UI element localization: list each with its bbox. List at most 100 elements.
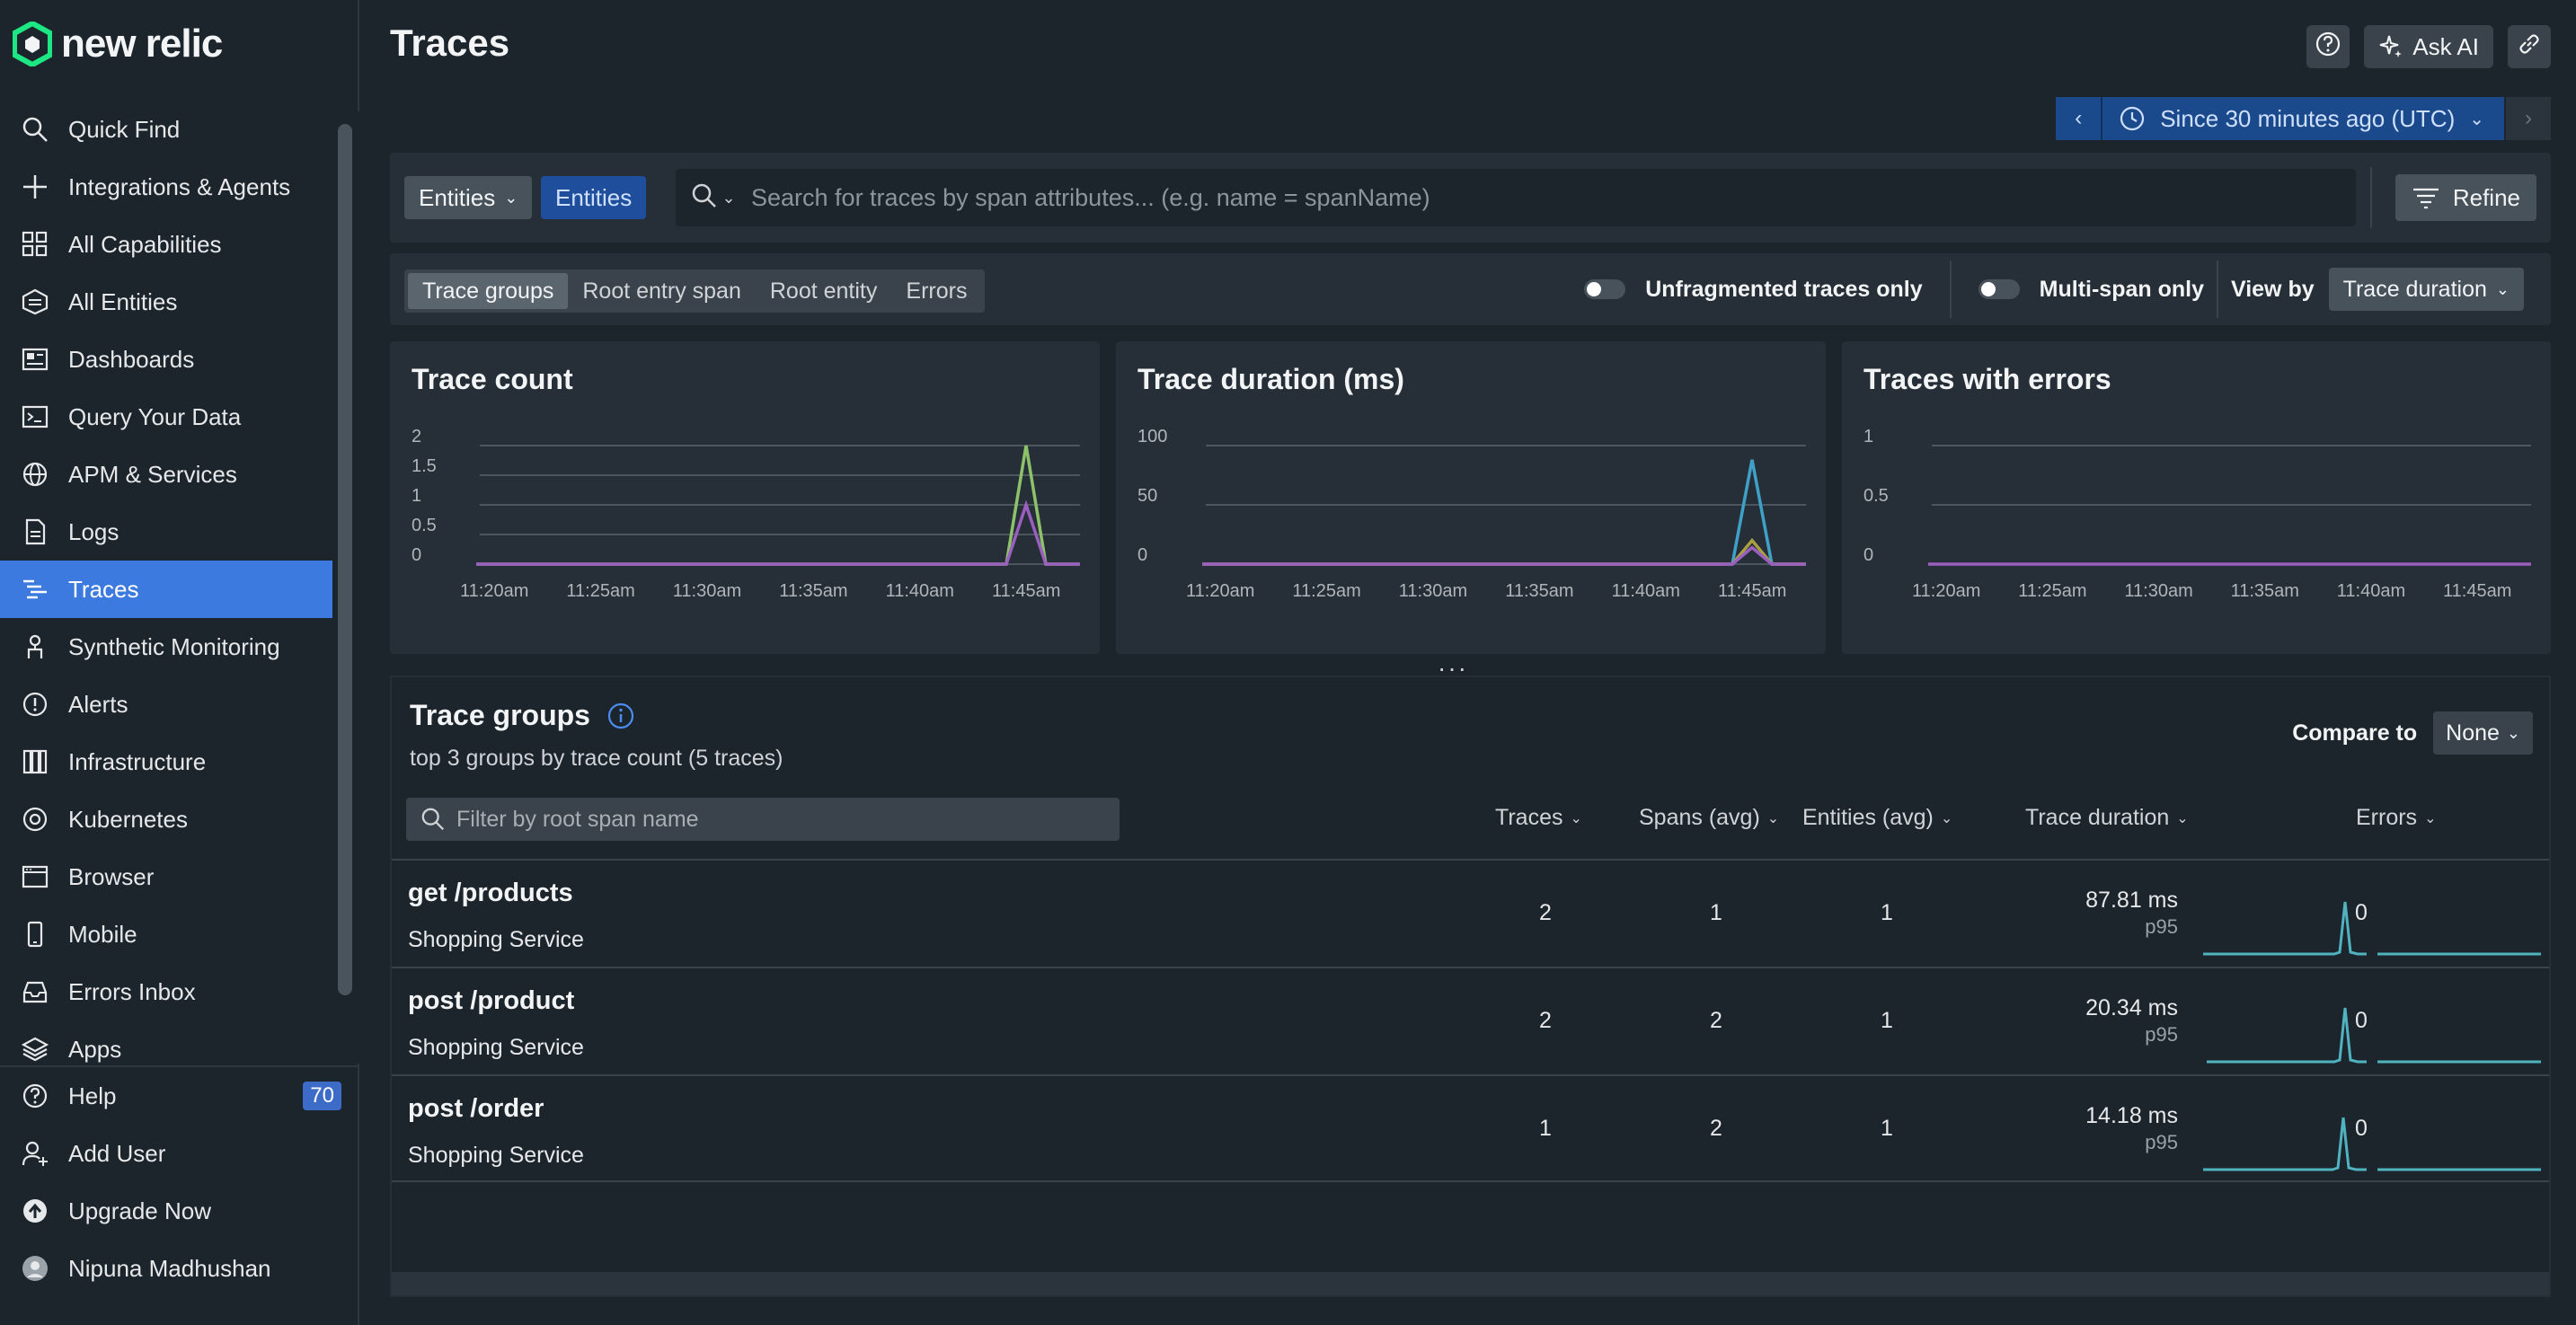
row-spans: 2: [1710, 1008, 1722, 1033]
col-traces[interactable]: Traces ⌄: [1495, 805, 1582, 831]
time-prev-button[interactable]: ‹: [2056, 97, 2102, 140]
sidebar-item-dashboards[interactable]: Dashboards: [0, 331, 332, 388]
column-label: Entities (avg): [1802, 805, 1934, 830]
tab-trace-groups[interactable]: Trace groups: [408, 273, 569, 309]
unfragmented-switch[interactable]: [1584, 279, 1626, 299]
y-tick-label: 0.5: [412, 516, 437, 535]
row-name[interactable]: post /order: [408, 1094, 544, 1124]
x-tick-label: 11:40am: [2337, 581, 2405, 601]
sidebar-scroll-thumb[interactable]: [338, 124, 352, 995]
sidebar-item-synthetic-monitoring[interactable]: Synthetic Monitoring: [0, 618, 332, 676]
sidebar-item-label: Integrations & Agents: [68, 172, 291, 200]
col-errors[interactable]: Errors ⌄: [2356, 805, 2436, 831]
sparkle-icon: [2378, 34, 2403, 59]
sidebar-item-mobile[interactable]: Mobile: [0, 905, 332, 963]
row-entities: 1: [1881, 1116, 1893, 1141]
search-mode-dropdown[interactable]: ⌄: [676, 169, 751, 226]
col-entities[interactable]: Entities (avg) ⌄: [1802, 805, 1952, 831]
y-tick-label: 100: [1138, 427, 1167, 446]
new-relic-logo[interactable]: new relic: [13, 22, 223, 66]
traces-with-errors-chart[interactable]: Traces with errors 1 0.5 0 11:20am 11:25am 11…: [1842, 341, 2551, 654]
help-badge: 70: [303, 1082, 341, 1110]
view-by-label: View by: [2230, 276, 2315, 302]
horizontal-scrollbar[interactable]: [392, 1272, 2549, 1295]
x-tick-label: 11:20am: [1186, 581, 1254, 601]
table-row[interactable]: post /order Shopping Service 1 2 1 14.18…: [392, 1074, 2549, 1182]
y-tick-label: 1.5: [412, 456, 437, 476]
copy-link-button[interactable]: [2508, 25, 2551, 68]
trace-count-chart[interactable]: Trace count 2 1.5 1 0.5 0 11:20am 11:25am 11:30…: [390, 341, 1100, 654]
root-span-filter-input[interactable]: [456, 806, 1120, 833]
row-name[interactable]: get /products: [408, 879, 573, 908]
column-label: Errors: [2356, 805, 2418, 830]
sidebar-item-label: Add User: [68, 1139, 166, 1167]
chevron-down-icon: ⌄: [2469, 109, 2484, 129]
unfragmented-toggle[interactable]: Unfragmented traces only: [1584, 277, 1923, 303]
sidebar-item-all-entities[interactable]: All Entities: [0, 273, 332, 331]
document-icon: [20, 517, 50, 547]
info-icon[interactable]: [606, 702, 635, 730]
sidebar-item-query-your-data[interactable]: Query Your Data: [0, 388, 332, 446]
multispan-switch[interactable]: [1978, 279, 2020, 299]
time-next-button[interactable]: ›: [2506, 97, 2551, 140]
sidebar-item-alerts[interactable]: Alerts: [0, 676, 332, 733]
view-options-bar: Trace groups Root entry span Root entity…: [390, 253, 2551, 325]
sidebar-item-browser[interactable]: Browser: [0, 848, 332, 905]
sidebar-item-integrations[interactable]: Integrations & Agents: [0, 158, 332, 216]
trace-search-input[interactable]: [751, 183, 2356, 212]
multispan-toggle[interactable]: Multi-span only: [1978, 277, 2204, 303]
trace-duration-chart[interactable]: Trace duration (ms) 100 50 0 11:20am 11:25am…: [1116, 341, 1826, 654]
refine-button[interactable]: Refine: [2395, 174, 2536, 221]
col-spans[interactable]: Spans (avg) ⌄: [1639, 805, 1779, 831]
tab-root-entry-span[interactable]: Root entry span: [568, 273, 756, 309]
sidebar-item-quick-find[interactable]: Quick Find: [0, 101, 332, 158]
time-range-button[interactable]: Since 30 minutes ago (UTC) ⌄: [2101, 97, 2504, 140]
chevron-right-icon: ›: [2525, 106, 2532, 130]
series-line: [1202, 459, 1806, 566]
sidebar-item-label: APM & Services: [68, 460, 237, 488]
filter-bar: Entities ⌄ Entities ⌄ Refine: [390, 153, 2551, 243]
entities-filter-pill[interactable]: Entities: [541, 176, 647, 219]
sidebar-item-infrastructure[interactable]: Infrastructure: [0, 733, 332, 791]
sidebar-item-label: Logs: [68, 517, 120, 545]
table-row[interactable]: get /products Shopping Service 2 1 1 87.…: [392, 859, 2549, 967]
globe-icon: [20, 459, 50, 490]
sidebar-item-kubernetes[interactable]: Kubernetes: [0, 791, 332, 848]
row-duration: 87.81 ms p95: [1989, 888, 2178, 939]
ask-ai-button[interactable]: Ask AI: [2364, 25, 2493, 68]
sidebar-item-label: Query Your Data: [68, 402, 242, 430]
toggle-divider: [1949, 261, 1952, 318]
sidebar-item-label: Alerts: [68, 690, 128, 718]
sidebar-item-traces[interactable]: Traces: [0, 561, 332, 618]
page-title: Traces: [390, 22, 510, 64]
sidebar-item-label: Mobile: [68, 920, 137, 948]
sidebar-scrollbar[interactable]: [332, 111, 359, 1064]
view-by-dropdown[interactable]: Trace duration ⌄: [2328, 268, 2524, 311]
help-button[interactable]: [2306, 25, 2350, 68]
sidebar-item-apm[interactable]: APM & Services: [0, 446, 332, 503]
trace-search: ⌄: [676, 169, 2356, 226]
sidebar-item-all-capabilities[interactable]: All Capabilities: [0, 216, 332, 273]
chevron-down-icon: ⌄: [2506, 723, 2520, 742]
sidebar-item-label: Dashboards: [68, 345, 195, 373]
compare-dropdown[interactable]: None ⌄: [2433, 711, 2533, 755]
col-trace-duration[interactable]: Trace duration ⌄: [2025, 805, 2189, 831]
sidebar-item-upgrade-now[interactable]: Upgrade Now: [0, 1182, 359, 1240]
sidebar-item-logs[interactable]: Logs: [0, 503, 332, 561]
row-name[interactable]: post /product: [408, 986, 574, 1016]
filter-icon: [2412, 186, 2440, 209]
sidebar-item-errors-inbox[interactable]: Errors Inbox: [0, 963, 332, 1020]
tab-root-entity[interactable]: Root entity: [756, 273, 892, 309]
sidebar-item-user[interactable]: Nipuna Madhushan: [0, 1240, 359, 1297]
search-icon: [691, 182, 718, 214]
row-service: Shopping Service: [408, 1143, 584, 1168]
entities-pill-label: Entities: [555, 183, 633, 211]
tab-errors[interactable]: Errors: [891, 273, 981, 309]
row-spans: 2: [1710, 1116, 1722, 1141]
sidebar-item-add-user[interactable]: Add User: [0, 1125, 359, 1182]
trace-groups-heading: Trace groups: [410, 699, 590, 731]
entities-dropdown[interactable]: Entities ⌄: [404, 176, 533, 219]
entities-dropdown-label: Entities: [419, 183, 496, 211]
sidebar-item-help[interactable]: Help 70: [0, 1067, 359, 1125]
table-row[interactable]: post /product Shopping Service 2 2 1 20.…: [392, 967, 2549, 1074]
